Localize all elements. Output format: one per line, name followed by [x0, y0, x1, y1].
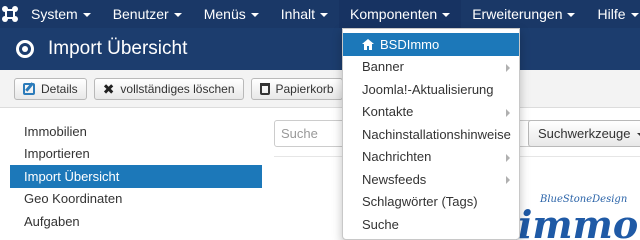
menu-item-label: Newsfeeds: [362, 171, 427, 187]
chevron-right-icon: [506, 153, 510, 162]
nav-menu-menus[interactable]: Menüs: [193, 0, 270, 28]
delete-button-label: vollständiges löschen: [120, 81, 235, 96]
trash-icon: [259, 82, 270, 95]
trash-button[interactable]: Papierkorb: [250, 77, 343, 100]
menu-item-label: Schlagwörter (Tags): [362, 194, 478, 210]
menu-item-label: Banner: [362, 59, 404, 75]
search-tools-button[interactable]: Suchwerkzeuge: [528, 120, 640, 147]
nav-menu-label: Menüs: [203, 6, 246, 22]
menu-item-contacts[interactable]: Kontakte: [343, 101, 519, 124]
nav-menu-label: Komponenten: [350, 6, 438, 22]
menu-item-bsdimmo[interactable]: BSDImmo: [343, 33, 519, 56]
nav-menu-label: Benutzer: [112, 6, 169, 22]
menu-item-label: Nachinstallationshinweise: [362, 126, 511, 142]
home-icon: [362, 38, 374, 50]
joomla-logo-icon[interactable]: [0, 0, 20, 28]
caret-down-icon: [320, 13, 329, 17]
sidebar-item-label: Immobilien: [24, 123, 87, 139]
menu-item-postinstall-messages[interactable]: Nachinstallationshinweise: [343, 123, 519, 146]
chevron-right-icon: [506, 108, 510, 117]
caret-down-icon: [250, 13, 259, 17]
watermark-brand-text: immo: [518, 202, 638, 240]
nav-menu-label: Erweiterungen: [472, 6, 563, 22]
details-button[interactable]: Details: [14, 77, 87, 100]
nav-menu-help[interactable]: Hilfe: [586, 0, 640, 28]
sidebar-item-label: Import Übersicht: [24, 168, 120, 184]
target-icon: [16, 40, 34, 58]
nav-menu-label: Hilfe: [597, 6, 626, 22]
nav-menu-extensions[interactable]: Erweiterungen: [461, 0, 586, 28]
close-icon: ✖: [102, 80, 115, 97]
menu-item-label: Suche: [362, 216, 399, 232]
menu-item-newsfeeds[interactable]: Newsfeeds: [343, 168, 519, 191]
nav-menu-system[interactable]: System: [20, 0, 102, 28]
sidebar-item-import-overview[interactable]: Import Übersicht: [10, 165, 262, 188]
search-placeholder: Suche: [281, 126, 318, 141]
sidebar-item-tasks[interactable]: Aufgaben: [10, 210, 262, 233]
caret-down-icon: [173, 13, 182, 17]
menu-item-label: BSDImmo: [380, 36, 440, 52]
caret-down-icon: [630, 13, 639, 17]
menu-item-joomla-update[interactable]: Joomla!-Aktualisierung: [343, 78, 519, 101]
toolbar: Details ✖ vollständiges löschen Papierko…: [0, 70, 640, 108]
nav-menu-label: Inhalt: [280, 6, 316, 22]
edit-icon: [23, 82, 35, 95]
sidebar-item-geo-coordinates[interactable]: Geo Koordinaten: [10, 188, 262, 211]
components-dropdown-menu: BSDImmo Banner Joomla!-Aktualisierung Ko…: [342, 28, 520, 240]
trash-button-label: Papierkorb: [275, 81, 334, 96]
nav-menu-components[interactable]: Komponenten: [339, 0, 462, 28]
page-title: Import Übersicht: [48, 38, 188, 59]
search-tools-label: Suchwerkzeuge: [538, 126, 631, 141]
caret-down-icon: [567, 13, 576, 17]
sidebar: Immobilien Importieren Import Übersicht …: [10, 120, 262, 233]
menu-item-label: Joomla!-Aktualisierung: [362, 81, 494, 97]
page-header: Import Übersicht: [0, 28, 640, 70]
menu-item-label: Kontakte: [362, 104, 414, 120]
sidebar-item-label: Importieren: [24, 146, 90, 162]
sidebar-item-label: Aufgaben: [24, 213, 80, 229]
sidebar-item-import[interactable]: Importieren: [10, 143, 262, 166]
top-navbar: System Benutzer Menüs Inhalt Komponenten…: [0, 0, 640, 28]
caret-down-icon: [442, 13, 451, 17]
nav-menu-label: System: [31, 6, 78, 22]
caret-down-icon: [82, 13, 91, 17]
details-button-label: Details: [41, 81, 78, 96]
chevron-right-icon: [506, 176, 510, 184]
caret-down-icon: [636, 132, 640, 137]
delete-completely-button[interactable]: ✖ vollständiges löschen: [93, 77, 244, 100]
menu-item-label: Nachrichten: [362, 149, 432, 165]
menu-item-banner[interactable]: Banner: [343, 56, 519, 79]
nav-menu-users[interactable]: Benutzer: [102, 0, 193, 28]
menu-item-search[interactable]: Suche: [343, 213, 519, 236]
sidebar-item-label: Geo Koordinaten: [24, 191, 123, 207]
chevron-right-icon: [506, 63, 510, 72]
sidebar-item-properties[interactable]: Immobilien: [10, 120, 262, 143]
nav-menu-content[interactable]: Inhalt: [270, 0, 339, 28]
menu-item-tags[interactable]: Schlagwörter (Tags): [343, 191, 519, 214]
menu-item-messages[interactable]: Nachrichten: [343, 146, 519, 169]
